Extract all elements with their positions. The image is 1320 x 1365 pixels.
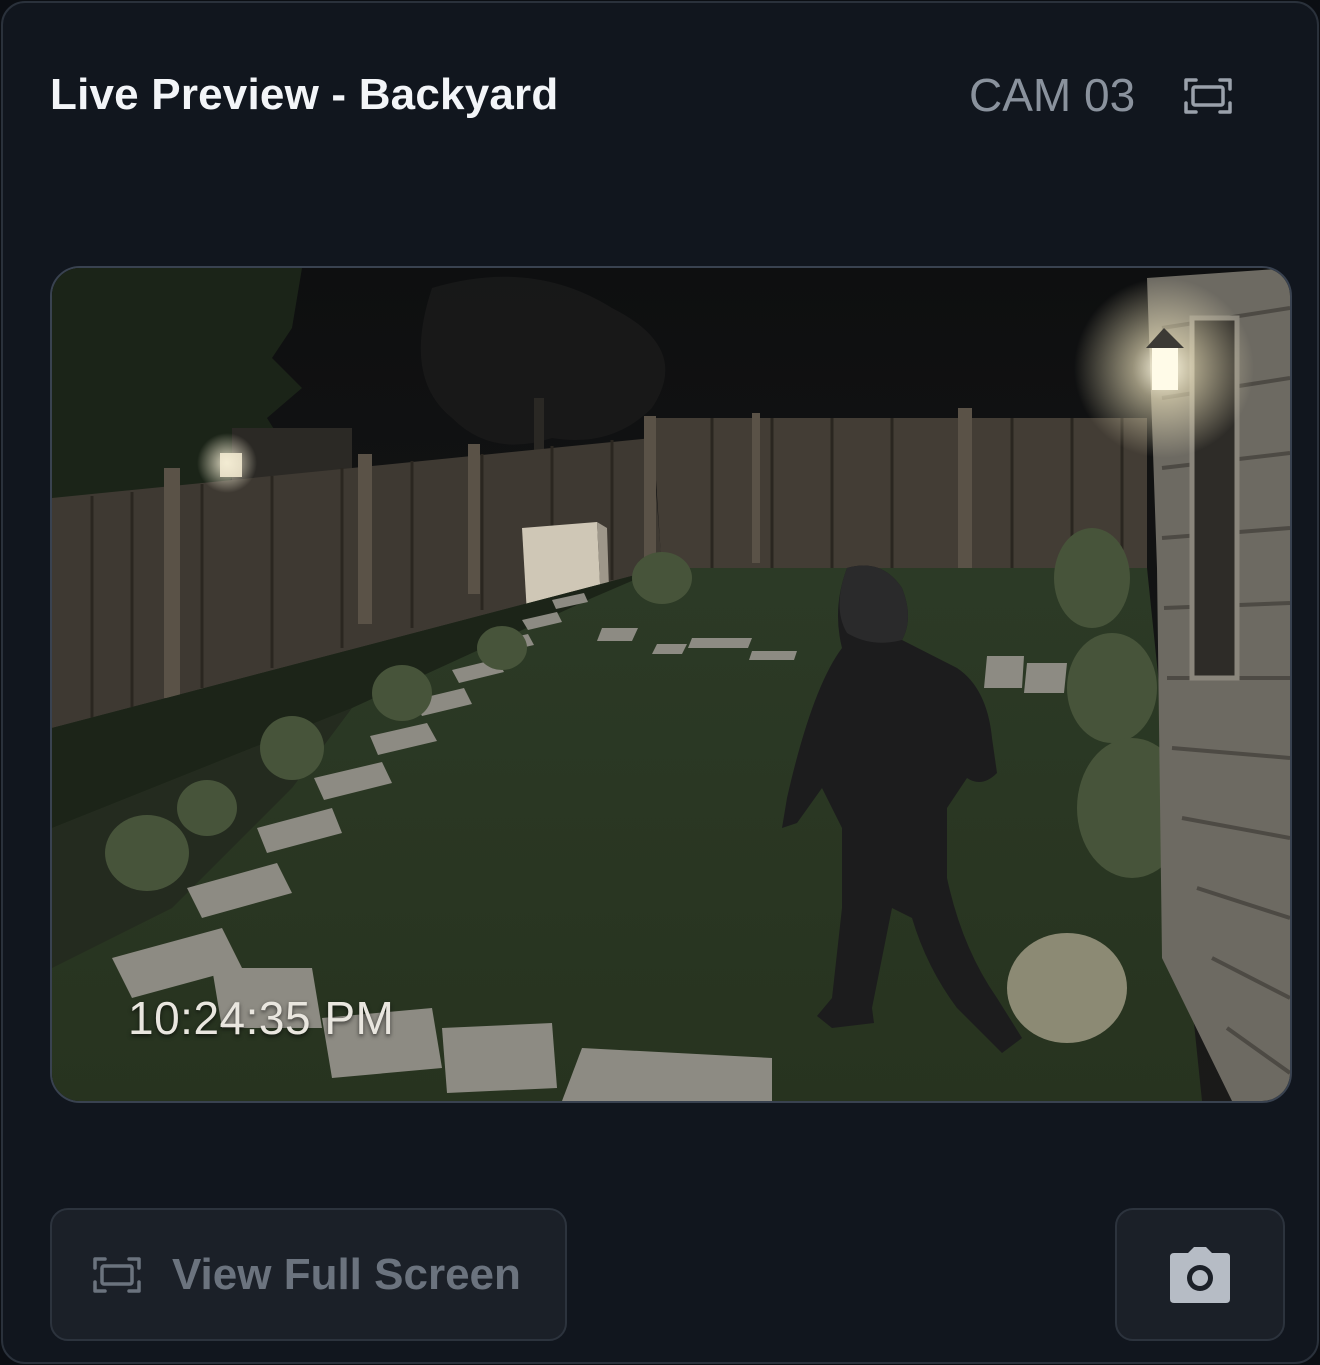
live-preview-card: Live Preview - Backyard CAM 03 10:24:35 … bbox=[1, 1, 1319, 1364]
live-video-feed[interactable]: 10:24:35 PM bbox=[50, 266, 1292, 1103]
snapshot-button[interactable] bbox=[1115, 1208, 1285, 1341]
fullscreen-icon bbox=[1184, 78, 1232, 114]
view-full-screen-button[interactable]: View Full Screen bbox=[50, 1208, 567, 1341]
header-fullscreen-button[interactable] bbox=[1181, 73, 1235, 119]
camera-icon bbox=[1170, 1246, 1230, 1303]
view-full-screen-label: View Full Screen bbox=[172, 1249, 521, 1299]
fullscreen-icon bbox=[93, 1256, 141, 1293]
camera-id-label: CAM 03 bbox=[969, 69, 1136, 121]
camera-feed-image bbox=[52, 268, 1290, 1101]
video-timestamp: 10:24:35 PM bbox=[128, 992, 395, 1044]
page-title: Live Preview - Backyard bbox=[50, 70, 559, 119]
